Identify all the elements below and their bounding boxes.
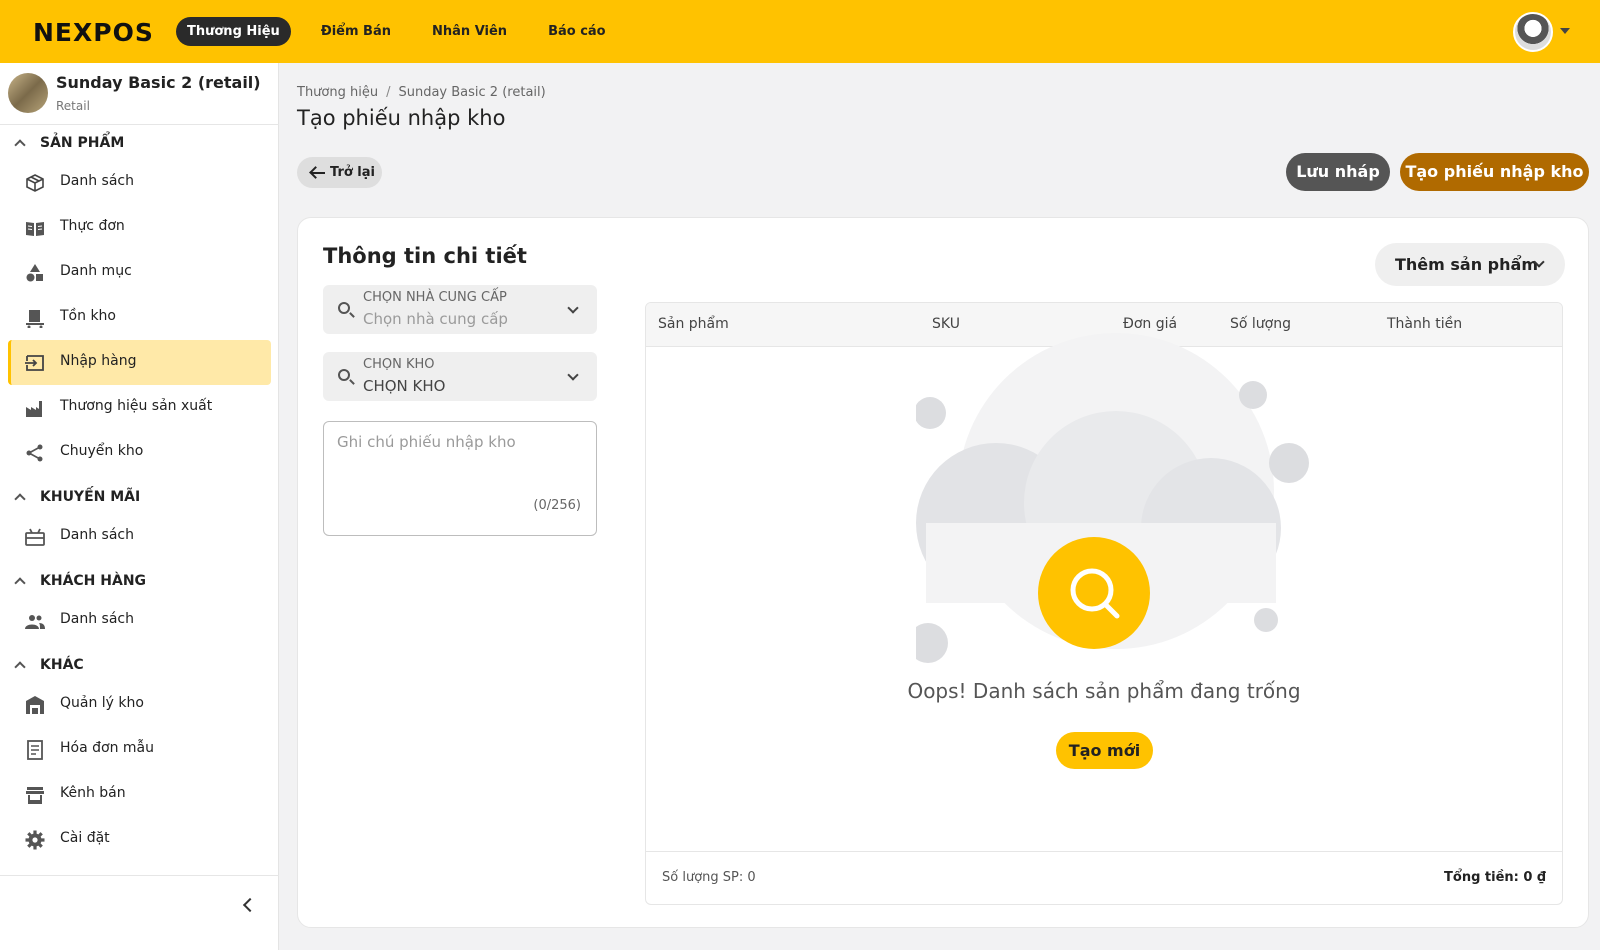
- note-char-count: (0/256): [533, 498, 581, 513]
- save-draft-button[interactable]: Lưu nháp: [1286, 153, 1390, 191]
- arrow-left-icon: [311, 171, 325, 174]
- col-san-pham: Sản phẩm: [658, 316, 729, 332]
- chevron-up-icon: [14, 139, 26, 151]
- warehouse-value: CHỌN KHO: [363, 377, 446, 395]
- nexpos-logo[interactable]: NEXPOS: [33, 18, 154, 47]
- col-thanh-tien: Thành tiền: [1387, 316, 1463, 332]
- settings-icon: [25, 830, 45, 850]
- group-khac[interactable]: KHÁC: [14, 657, 84, 673]
- sidebar-item-hoa-don-mau[interactable]: Hóa đơn mẫu: [8, 727, 271, 772]
- search-icon: [338, 302, 350, 314]
- col-so-luong: Số lượng: [1230, 316, 1291, 332]
- sidebar-item-ton-kho[interactable]: Tồn kho: [8, 295, 271, 340]
- nav-thuong-hieu[interactable]: Thương Hiệu: [176, 17, 291, 46]
- chevron-up-icon: [14, 493, 26, 505]
- customers-icon: [25, 615, 45, 629]
- store-avatar: [8, 73, 48, 113]
- store-icon: [26, 787, 44, 804]
- sidebar-item-kenh-ban[interactable]: Kênh bán: [8, 772, 271, 817]
- total-summary: Tổng tiền: 0 ₫: [1444, 870, 1546, 885]
- add-product-dropdown[interactable]: Thêm sản phẩm: [1375, 243, 1565, 286]
- top-nav: Thương Hiệu Điểm Bán Nhân Viên Báo cáo: [176, 17, 636, 46]
- sidebar-item-thuong-hieu-san-xuat[interactable]: Thương hiệu sản xuất: [8, 385, 271, 430]
- empty-message: Oops! Danh sách sản phẩm đang trống: [907, 679, 1301, 703]
- sidebar-item-chuyen-kho[interactable]: Chuyển kho: [8, 430, 271, 475]
- factory-icon: [26, 401, 42, 417]
- user-avatar[interactable]: [1513, 12, 1553, 52]
- chevron-up-icon: [14, 661, 26, 673]
- sidebar-item-danh-sach-khach-hang[interactable]: Danh sách: [8, 598, 271, 643]
- warehouse-select[interactable]: CHỌN KHO CHỌN KHO: [323, 352, 597, 401]
- group-khuyen-mai[interactable]: KHUYẾN MÃI: [14, 489, 140, 505]
- category-icon: [26, 264, 43, 282]
- supplier-select[interactable]: CHỌN NHÀ CUNG CẤP Chọn nhà cung cấp: [323, 285, 597, 334]
- logo-text: NEXPOS: [33, 18, 154, 47]
- top-bar: NEXPOS Thương Hiệu Điểm Bán Nhân Viên Bá…: [0, 0, 1600, 63]
- nav-diem-ban[interactable]: Điểm Bán: [310, 17, 402, 46]
- sidebar-item-thuc-don[interactable]: Thực đơn: [8, 205, 271, 250]
- quantity-summary: Số lượng SP: 0: [662, 870, 756, 885]
- divider: [0, 875, 279, 876]
- create-new-button[interactable]: Tạo mới: [1056, 732, 1153, 769]
- chevron-down-icon: [567, 302, 579, 314]
- sidebar-item-quan-ly-kho[interactable]: Quản lý kho: [8, 682, 271, 727]
- promotion-icon: [25, 528, 45, 546]
- card-title: Thông tin chi tiết: [323, 244, 527, 268]
- sidebar-item-cai-dat[interactable]: Cài đặt: [8, 817, 271, 862]
- supplier-placeholder: Chọn nhà cung cấp: [363, 310, 508, 328]
- breadcrumb-current: Sunday Basic 2 (retail): [398, 85, 546, 100]
- chevron-up-icon: [14, 577, 26, 589]
- nav-nhan-vien[interactable]: Nhân Viên: [421, 17, 518, 46]
- sidebar-item-nhap-hang[interactable]: Nhập hàng: [8, 340, 271, 385]
- warehouse-icon: [26, 696, 44, 714]
- caret-down-icon[interactable]: [1560, 28, 1570, 34]
- collapse-sidebar-icon[interactable]: [242, 897, 258, 913]
- chevron-down-icon: [567, 369, 579, 381]
- divider: [0, 124, 279, 125]
- share-icon: [26, 444, 43, 462]
- supplier-label: CHỌN NHÀ CUNG CẤP: [363, 290, 507, 305]
- product-table: Sản phẩm SKU Đơn giá Số lượng Thành tiền…: [645, 302, 1563, 905]
- back-button[interactable]: Trở lại: [297, 157, 382, 188]
- table-footer: Số lượng SP: 0 Tổng tiền: 0 ₫: [646, 851, 1562, 904]
- note-placeholder: Ghi chú phiếu nhập kho: [337, 433, 516, 451]
- group-san-pham[interactable]: SẢN PHẨM: [14, 135, 124, 151]
- store-switcher[interactable]: Sunday Basic 2 (retail) Retail: [8, 73, 261, 113]
- store-name: Sunday Basic 2 (retail): [56, 73, 261, 92]
- box-icon: [26, 174, 44, 192]
- page-title: Tạo phiếu nhập kho: [297, 106, 506, 130]
- col-don-gia: Đơn giá: [1123, 316, 1178, 332]
- col-sku: SKU: [932, 316, 960, 332]
- breadcrumb: Thương hiệu / Sunday Basic 2 (retail): [297, 85, 546, 100]
- detail-card: Thông tin chi tiết Thêm sản phẩm CHỌN NH…: [297, 217, 1589, 928]
- empty-state-illustration: [916, 333, 1309, 663]
- sidebar-item-danh-sach-san-pham[interactable]: Danh sách: [8, 160, 271, 205]
- import-icon: [25, 355, 44, 371]
- breadcrumb-root[interactable]: Thương hiệu: [297, 85, 378, 100]
- note-textarea[interactable]: Ghi chú phiếu nhập kho (0/256): [323, 421, 597, 536]
- invoice-icon: [27, 740, 43, 760]
- sidebar: Sunday Basic 2 (retail) Retail SẢN PHẨM …: [0, 63, 279, 950]
- sidebar-item-danh-muc[interactable]: Danh mục: [8, 250, 271, 295]
- nav-bao-cao[interactable]: Báo cáo: [537, 17, 617, 46]
- group-khach-hang[interactable]: KHÁCH HÀNG: [14, 573, 146, 589]
- warehouse-label: CHỌN KHO: [363, 357, 435, 372]
- menu-book-icon: [26, 222, 44, 236]
- store-type: Retail: [56, 99, 90, 113]
- sidebar-item-danh-sach-khuyen-mai[interactable]: Danh sách: [8, 514, 271, 559]
- inventory-icon: [26, 310, 44, 328]
- create-receipt-button[interactable]: Tạo phiếu nhập kho: [1400, 153, 1589, 191]
- search-icon: [338, 369, 350, 381]
